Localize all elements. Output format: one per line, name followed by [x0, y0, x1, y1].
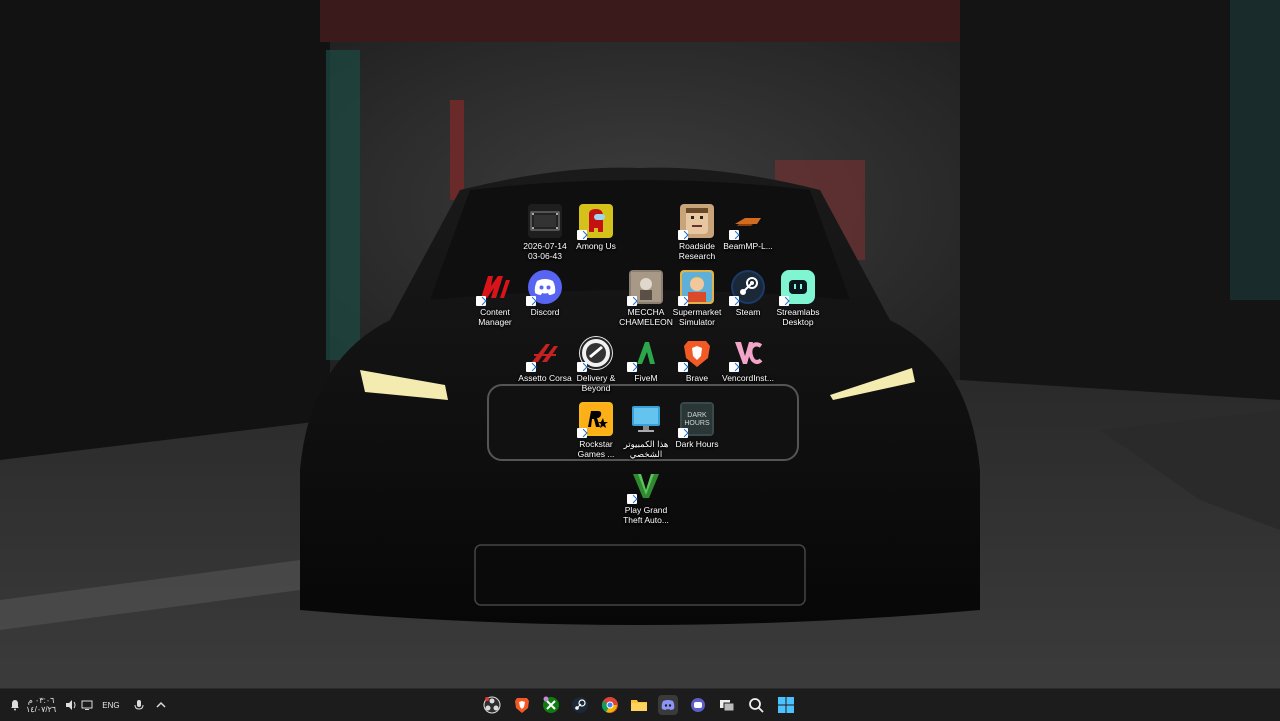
desktop-icon-label: Among Us [576, 241, 616, 251]
svg-text:HOURS: HOURS [684, 420, 710, 427]
desktop-icon-label: هذا الكمبيوتر الشخصي [623, 439, 669, 459]
shortcut-arrow-icon [678, 230, 688, 240]
start-icon [778, 697, 794, 713]
video-file-icon [530, 211, 560, 231]
this-pc-icon [632, 406, 660, 432]
system-tray: ٠٣:٠٦ م ١٤/٠٧/٢٦ ENG [8, 689, 168, 721]
desktop-icon-gta-v[interactable]: Play Grand Theft Auto... [612, 468, 680, 525]
xbox-icon [543, 696, 559, 713]
desktop-icon-discord[interactable]: Discord [511, 270, 579, 317]
discord-icon [661, 700, 675, 710]
desktop-icon-label: BeamMP-L... [723, 241, 773, 251]
desktop-icon-streamlabs[interactable]: Streamlabs Desktop [764, 270, 832, 327]
obs-icon [483, 696, 501, 714]
desktop-icon-vencord[interactable]: VencordInst... [714, 336, 782, 383]
search-icon [749, 698, 764, 713]
shortcut-arrow-icon [729, 362, 739, 372]
shortcut-arrow-icon [729, 296, 739, 306]
shortcut-arrow-icon [526, 362, 536, 372]
clock[interactable]: ٠٣:٠٦ م ١٤/٠٧/٢٦ [26, 696, 56, 714]
brave-icon [515, 698, 529, 713]
chevron-up-icon[interactable] [154, 698, 168, 712]
notification-bell-icon[interactable] [8, 698, 22, 712]
clock-time: ٠٣:٠٦ م [27, 696, 55, 705]
shortcut-arrow-icon [627, 494, 637, 504]
desktop[interactable]: 2026-07-14 03-06-43 Among Us Roadside Re… [0, 0, 1280, 688]
file-explorer-icon [631, 700, 647, 711]
taskbar-chat[interactable] [688, 695, 708, 715]
language-indicator[interactable]: ENG [102, 701, 119, 710]
desktop-icon-label: Steam [735, 307, 761, 317]
desktop-icon-dark-hours[interactable]: DARK HOURS Dark Hours [663, 402, 731, 449]
shortcut-arrow-icon [779, 296, 789, 306]
shortcut-arrow-icon [729, 230, 739, 240]
chrome-icon [601, 697, 618, 713]
volume-icon[interactable] [64, 698, 78, 712]
steam-icon [572, 697, 588, 713]
desktop-icon-among-us[interactable]: Among Us [562, 204, 630, 251]
desktop-icon-label: 2026-07-14 03-06-43 [523, 241, 567, 261]
network-icon[interactable] [80, 698, 94, 712]
desktop-icon-label: Rockstar Games ... [577, 439, 615, 459]
chat-icon [691, 698, 705, 712]
shortcut-arrow-icon [678, 296, 688, 306]
desktop-icon-label: Brave [685, 373, 709, 383]
desktop-icon-label: Content Manager [478, 307, 512, 327]
microphone-icon[interactable] [132, 698, 146, 712]
clock-date: ١٤/٠٧/٢٦ [26, 705, 57, 714]
desktop-icon-label: Roadside Research [678, 241, 716, 261]
taskbar-file-explorer[interactable] [629, 695, 649, 715]
desktop-icon-label: Streamlabs Desktop [776, 307, 820, 327]
svg-text:DARK: DARK [687, 412, 707, 419]
taskbar-start[interactable] [776, 695, 796, 715]
shortcut-arrow-icon [577, 362, 587, 372]
shortcut-arrow-icon [678, 362, 688, 372]
taskbar-obs[interactable] [482, 695, 502, 715]
task-view-icon [720, 700, 735, 712]
taskbar-search[interactable] [746, 695, 766, 715]
desktop-icon-label: FiveM [634, 373, 658, 383]
shortcut-arrow-icon [627, 362, 637, 372]
desktop-icon-label: Dark Hours [675, 439, 719, 449]
desktop-icon-label: Play Grand Theft Auto... [623, 505, 669, 525]
shortcut-arrow-icon [476, 296, 486, 306]
taskbar: ٠٣:٠٦ م ١٤/٠٧/٢٦ ENG [0, 688, 1280, 721]
shortcut-arrow-icon [577, 428, 587, 438]
taskbar-steam[interactable] [570, 695, 590, 715]
shortcut-arrow-icon [627, 296, 637, 306]
desktop-icon-label: Delivery & Beyond [576, 373, 616, 393]
taskbar-xbox[interactable] [541, 695, 561, 715]
desktop-icon-beammp[interactable]: BeamMP-L... [714, 204, 782, 251]
taskbar-discord[interactable] [658, 695, 678, 715]
shortcut-arrow-icon [678, 428, 688, 438]
taskbar-brave[interactable] [512, 695, 532, 715]
desktop-icon-label: Discord [530, 307, 560, 317]
shortcut-arrow-icon [577, 230, 587, 240]
taskbar-task-view[interactable] [717, 695, 737, 715]
desktop-icon-label: VencordInst... [722, 373, 774, 383]
taskbar-chrome[interactable] [600, 695, 620, 715]
shortcut-arrow-icon [526, 296, 536, 306]
